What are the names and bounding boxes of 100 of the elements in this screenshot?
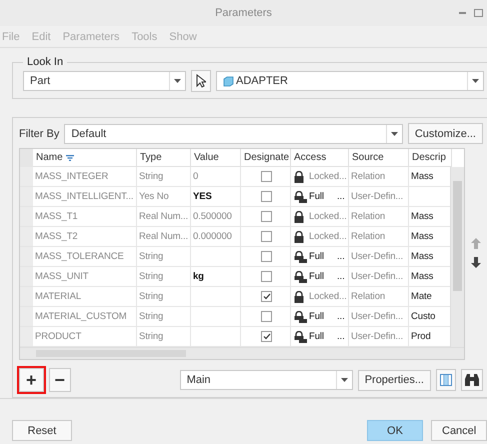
- more-text[interactable]: ...: [337, 271, 345, 282]
- table-cell: MASS_UNIT: [33, 267, 137, 288]
- more-text[interactable]: ...: [337, 331, 345, 342]
- filter-dropdown[interactable]: Default: [64, 124, 403, 144]
- designate-checkbox[interactable]: [261, 311, 272, 322]
- designate-checkbox[interactable]: [261, 291, 272, 302]
- lock-user-icon: [293, 190, 307, 203]
- description-text: Mass: [411, 271, 434, 282]
- description-text: Mass: [411, 211, 434, 222]
- access-text: Locked...: [309, 291, 347, 302]
- dialog-button[interactable]: Reset: [12, 420, 72, 442]
- table-cell: User-Defin...: [349, 247, 409, 268]
- table-cell: User-Defin...: [349, 187, 409, 208]
- more-text[interactable]: ...: [337, 191, 345, 202]
- table-cell: User-Defin...: [349, 307, 409, 328]
- column-header[interactable]: Type: [137, 149, 191, 168]
- columns-icon: [440, 374, 452, 386]
- table-cell: MASS_INTELLIGENT...: [33, 187, 137, 208]
- description-text: Prod: [411, 331, 431, 342]
- table-cell: 0: [191, 167, 241, 188]
- columns-button[interactable]: [436, 369, 456, 392]
- table-cell: String: [137, 307, 191, 328]
- designate-checkbox[interactable]: [261, 271, 272, 282]
- access-text: Full: [309, 191, 325, 202]
- add-button[interactable]: +: [19, 368, 44, 392]
- move-down-icon[interactable]: [471, 257, 481, 268]
- column-header[interactable]: Descrip: [409, 149, 452, 168]
- customize-button[interactable]: Customize...: [408, 123, 483, 144]
- cursor-icon: [196, 74, 206, 88]
- access-text: Locked...: [309, 211, 347, 222]
- more-text[interactable]: ...: [337, 311, 345, 322]
- dialog-button[interactable]: Cancel: [431, 420, 487, 442]
- filter-icon: [66, 154, 74, 161]
- caret-icon: [174, 79, 181, 84]
- designate-checkbox[interactable]: [261, 231, 272, 242]
- description-text: Mass: [411, 231, 434, 242]
- designate-checkbox[interactable]: [261, 211, 272, 222]
- table-corner: [20, 149, 33, 168]
- find-button[interactable]: [461, 369, 483, 392]
- description-text: Mass: [411, 171, 434, 182]
- column-header[interactable]: Access: [291, 149, 349, 168]
- object-name: ADAPTER: [236, 75, 288, 88]
- description-text: Mass: [411, 251, 434, 262]
- table-cell: MATERIAL_CUSTOM: [33, 307, 137, 328]
- access-text: Full: [309, 331, 325, 342]
- select-button[interactable]: [191, 70, 211, 92]
- properties-button[interactable]: Properties...: [358, 370, 431, 391]
- caret-icon: [390, 132, 398, 136]
- dialog-button[interactable]: OK: [367, 420, 423, 442]
- horizontal-scrollbar[interactable]: [20, 347, 464, 360]
- remove-button[interactable]: −: [48, 368, 72, 392]
- object-dropdown[interactable]: ADAPTER: [216, 71, 484, 92]
- table-cell: Relation: [349, 207, 409, 228]
- maximize-icon[interactable]: [474, 9, 483, 17]
- table-cell: 0.000000: [191, 227, 241, 248]
- filter-label: Filter By: [19, 128, 60, 140]
- vertical-scrollbar[interactable]: [450, 167, 464, 350]
- table-cell: MATERIAL: [33, 287, 137, 308]
- table-cell: Relation: [349, 227, 409, 248]
- table-cell: kg: [191, 267, 241, 288]
- table-cell: String: [137, 167, 191, 188]
- designate-checkbox[interactable]: [261, 331, 272, 342]
- column-header[interactable]: Value: [191, 149, 241, 168]
- column-header[interactable]: Name: [33, 149, 137, 168]
- designate-checkbox[interactable]: [261, 191, 272, 202]
- column-header[interactable]: Source: [349, 149, 409, 168]
- window-title: Parameters: [215, 6, 272, 19]
- column-header[interactable]: Designate: [241, 149, 291, 168]
- lock-user-icon: [293, 250, 307, 263]
- table-cell: User-Defin...: [349, 267, 409, 288]
- table-cell: YES: [191, 187, 241, 208]
- table-cell: Relation: [349, 287, 409, 308]
- type-dropdown[interactable]: Part: [23, 71, 186, 92]
- access-text: Full: [309, 251, 325, 262]
- group-label: Look In: [26, 56, 64, 68]
- table-cell: 0.500000: [191, 207, 241, 228]
- table-cell: MASS_T1: [33, 207, 137, 228]
- table-cell: Yes No: [137, 187, 191, 208]
- lock-user-icon: [293, 270, 307, 283]
- view-dropdown[interactable]: Main: [180, 370, 353, 390]
- access-text: Locked...: [309, 171, 347, 182]
- designate-checkbox[interactable]: [261, 251, 272, 262]
- table-cell: String: [137, 247, 191, 268]
- table-cell: Relation: [349, 167, 409, 188]
- table-cell: String: [137, 267, 191, 288]
- access-text: Full: [309, 271, 325, 282]
- binoculars-icon: [464, 373, 480, 388]
- designate-checkbox[interactable]: [261, 171, 272, 182]
- table-cell: Real Num...: [137, 227, 191, 248]
- more-text[interactable]: ...: [337, 251, 345, 262]
- access-text: Locked...: [309, 231, 347, 242]
- description-text: Custo: [411, 311, 436, 322]
- table-cell: MASS_T2: [33, 227, 137, 248]
- table-cell: Real Num...: [137, 207, 191, 228]
- table-cell: MASS_TOLERANCE: [33, 247, 137, 268]
- move-up-icon[interactable]: [471, 238, 481, 250]
- caret-icon: [472, 79, 479, 84]
- table-cell: MASS_INTEGER: [33, 167, 137, 188]
- table-cell: String: [137, 287, 191, 308]
- lock-user-icon: [293, 310, 307, 323]
